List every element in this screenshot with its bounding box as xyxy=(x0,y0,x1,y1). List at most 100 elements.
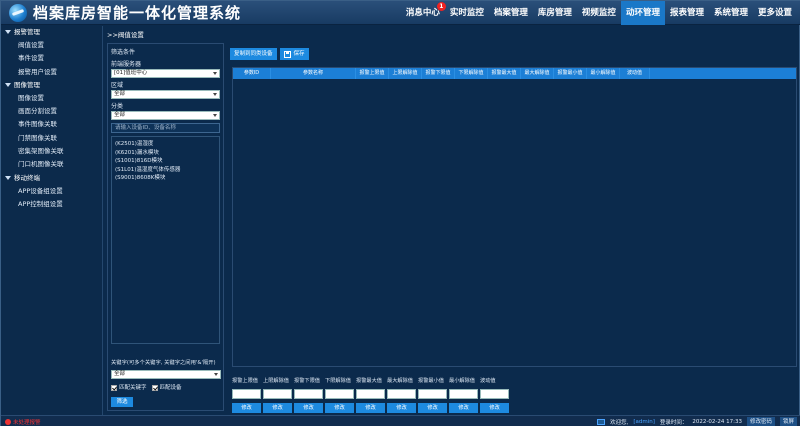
sidebar-item-event[interactable]: 事件设置 xyxy=(1,52,102,65)
alarm-lower-input[interactable] xyxy=(294,389,323,399)
column-header[interactable]: 参数名称 xyxy=(271,68,356,79)
editor-label: 报警最小值 xyxy=(418,378,444,384)
sidebar-item-door-image[interactable]: 门禁图像关联 xyxy=(1,132,102,145)
save-label: 保存 xyxy=(293,51,305,57)
alarm-indicator[interactable]: 未处理报警 xyxy=(5,418,41,426)
match-device-checkbox[interactable]: 匹配设备 xyxy=(151,383,182,391)
modify-button[interactable]: 修改 xyxy=(294,403,323,413)
table-header: 参数ID 参数名称 报警上限值 上限解除值 报警下限值 下限解除值 报警最大值 … xyxy=(233,68,796,79)
nav-item-environment[interactable]: 动环管理 xyxy=(620,1,665,25)
app-title: 档案库房智能一体化管理系统 xyxy=(33,4,242,22)
match-keyword-checkbox[interactable]: 匹配关键字 xyxy=(111,383,147,391)
filter-legend: 筛选条件 xyxy=(111,49,136,56)
nav-item-messages[interactable]: 消息中心 1 xyxy=(401,1,446,25)
column-header[interactable]: 报警最小值 xyxy=(554,68,587,79)
alarm-dot-icon xyxy=(5,419,11,425)
column-header[interactable]: 报警下限值 xyxy=(422,68,455,79)
column-header[interactable]: 参数ID xyxy=(233,68,271,79)
sidebar-item-event-image[interactable]: 事件图像关联 xyxy=(1,118,102,131)
main-panel: 复制到同类设备 保存 参数ID 参数名称 报警上限值 上限解除值 报警下限值 下… xyxy=(230,48,797,413)
current-user[interactable]: [admin] xyxy=(633,419,655,425)
editor-label: 上限解除值 xyxy=(263,378,289,384)
area-value: 全部 xyxy=(114,91,126,97)
group-label: 移动终端 xyxy=(14,173,40,182)
copy-to-similar-button[interactable]: 复制到同类设备 xyxy=(230,48,277,60)
fluctuation-input[interactable] xyxy=(480,389,509,399)
sidebar-item-app-control-group[interactable]: APP控制组设置 xyxy=(1,198,102,211)
modify-button[interactable]: 修改 xyxy=(480,403,509,413)
nav-item-video[interactable]: 视频监控 xyxy=(577,1,621,25)
sidebar-group-mobile[interactable]: 移动终端 xyxy=(1,172,102,185)
alarm-text: 未处理报警 xyxy=(13,420,41,426)
column-header[interactable]: 最小解除值 xyxy=(587,68,620,79)
modify-button[interactable]: 修改 xyxy=(263,403,292,413)
app-header: 档案库房智能一体化管理系统 消息中心 1 实时监控 档案管理 库房管理 视频监控 … xyxy=(1,1,800,25)
modify-button[interactable]: 修改 xyxy=(387,403,416,413)
sidebar-item-gate-image[interactable]: 门口机图像关联 xyxy=(1,158,102,171)
threshold-editor: 报警上限值 上限解除值 报警下限值 下限解除值 报警最大值 最大解除值 报警最小… xyxy=(232,377,522,413)
lock-screen-button[interactable]: 锁屏 xyxy=(779,417,797,426)
modify-button[interactable]: 修改 xyxy=(418,403,447,413)
alarm-min-input[interactable] xyxy=(418,389,447,399)
collapse-triangle-icon xyxy=(5,30,11,34)
modify-button[interactable]: 修改 xyxy=(449,403,478,413)
column-header[interactable]: 上限解除值 xyxy=(389,68,422,79)
min-release-input[interactable] xyxy=(449,389,478,399)
welcome-text: 欢迎您, xyxy=(610,420,629,426)
checkbox-icon xyxy=(111,384,117,391)
top-nav: 消息中心 1 实时监控 档案管理 库房管理 视频监控 动环管理 报表管理 系统管理… xyxy=(401,1,797,25)
column-header[interactable]: 报警最大值 xyxy=(488,68,521,79)
column-header[interactable]: 波动值 xyxy=(620,68,650,79)
modify-button[interactable]: 修改 xyxy=(356,403,385,413)
alarm-upper-input[interactable] xyxy=(232,389,261,399)
nav-item-more[interactable]: 更多设置 xyxy=(753,1,797,25)
nav-item-reports[interactable]: 报表管理 xyxy=(665,1,709,25)
collapse-triangle-icon xyxy=(5,82,11,87)
list-item[interactable]: (K6201)漏水模块 xyxy=(115,149,216,158)
editor-label: 最大解除值 xyxy=(387,378,413,384)
sidebar-item-shelf-image[interactable]: 密集架图像关联 xyxy=(1,145,102,158)
collapse-triangle-icon xyxy=(5,175,11,180)
modify-button[interactable]: 修改 xyxy=(232,403,261,413)
column-header[interactable]: 报警上限值 xyxy=(356,68,389,79)
nav-item-archive[interactable]: 档案管理 xyxy=(489,1,533,25)
nav-label: 消息中心 xyxy=(405,8,440,18)
column-header[interactable]: 下限解除值 xyxy=(455,68,488,79)
sidebar-item-app-device-group[interactable]: APP设备组设置 xyxy=(1,185,102,198)
max-release-input[interactable] xyxy=(387,389,416,399)
area-select[interactable]: 全部 xyxy=(111,90,220,99)
sidebar: 报警管理 阀值设置 事件设置 报警用户设置 图像管理 图像设置 画面分割设置 事… xyxy=(1,26,103,415)
keyword-select[interactable]: 全部 xyxy=(111,370,221,379)
sidebar-item-alarm-user[interactable]: 报警用户设置 xyxy=(1,66,102,79)
sidebar-group-image[interactable]: 图像管理 xyxy=(1,79,102,92)
checkbox-label: 匹配关键字 xyxy=(119,385,147,391)
lower-release-input[interactable] xyxy=(325,389,354,399)
nav-item-warehouse[interactable]: 库房管理 xyxy=(533,1,577,25)
list-item[interactable]: (S1L01)温湿度气体传感器 xyxy=(115,166,216,175)
server-select[interactable]: [01]值班中心 xyxy=(111,69,220,78)
save-button[interactable]: 保存 xyxy=(279,48,309,60)
alarm-max-input[interactable] xyxy=(356,389,385,399)
nav-item-realtime[interactable]: 实时监控 xyxy=(445,1,489,25)
filter-button[interactable]: 筛选 xyxy=(111,397,133,407)
list-item[interactable]: (S9001)8608K模块 xyxy=(115,174,216,183)
sidebar-item-image-settings[interactable]: 图像设置 xyxy=(1,92,102,105)
column-header[interactable]: 最大解除值 xyxy=(521,68,554,79)
category-select[interactable]: 全部 xyxy=(111,111,220,120)
editor-label: 波动值 xyxy=(480,378,496,384)
list-item[interactable]: (K2501)温湿度 xyxy=(115,140,216,149)
device-search-input[interactable]: 请输入设备ID、设备名称 xyxy=(111,123,220,133)
sidebar-group-alarm[interactable]: 报警管理 xyxy=(1,26,102,39)
change-password-button[interactable]: 修改密码 xyxy=(746,417,775,426)
sidebar-item-threshold[interactable]: 阀值设置 xyxy=(1,39,102,52)
save-icon xyxy=(283,50,291,58)
list-item[interactable]: (S1001)816D模块 xyxy=(115,157,216,166)
sidebar-item-split[interactable]: 画面分割设置 xyxy=(1,105,102,118)
app-logo-icon xyxy=(9,3,27,22)
nav-item-system[interactable]: 系统管理 xyxy=(709,1,753,25)
status-right: 欢迎您, [admin] 登录时间： 2022-02-24 17:33 修改密码… xyxy=(597,416,797,426)
login-time: 2022-02-24 17:33 xyxy=(692,419,742,425)
modify-button[interactable]: 修改 xyxy=(325,403,354,413)
upper-release-input[interactable] xyxy=(263,389,292,399)
login-time-label: 登录时间： xyxy=(659,420,688,426)
